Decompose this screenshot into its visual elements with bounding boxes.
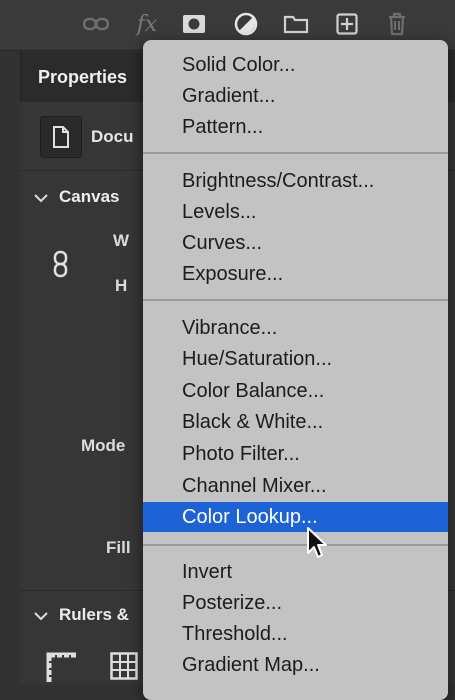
menu-item-exposure[interactable]: Exposure...: [143, 259, 448, 289]
menu-item-levels[interactable]: Levels...: [143, 197, 448, 227]
menu-item-gradient[interactable]: Gradient...: [143, 81, 448, 111]
menu-item-invert[interactable]: Invert: [143, 557, 448, 587]
rulers-section-label[interactable]: Rulers &: [59, 605, 129, 625]
link-icon[interactable]: [82, 10, 110, 38]
mode-label: Mode: [81, 436, 126, 455]
adjustment-icon[interactable]: [232, 10, 260, 38]
trash-icon[interactable]: [383, 10, 411, 38]
menu-item-solid-color[interactable]: Solid Color...: [143, 50, 448, 80]
menu-separator: [143, 544, 448, 546]
document-label: Docu: [91, 127, 134, 146]
menu-item-photo-filter[interactable]: Photo Filter...: [143, 439, 448, 469]
menu-item-color-lookup[interactable]: Color Lookup...: [143, 502, 448, 532]
menu-item-gradient-map[interactable]: Gradient Map...: [143, 650, 448, 680]
panel-title: Properties: [38, 67, 128, 87]
menu-separator: [143, 299, 448, 301]
rulers-icon[interactable]: [46, 652, 76, 682]
width-label: W: [113, 231, 130, 250]
menu-item-hue-saturation[interactable]: Hue/Saturation...: [143, 344, 448, 374]
mask-icon[interactable]: [180, 10, 208, 38]
menu-item-black-white[interactable]: Black & White...: [143, 407, 448, 437]
menu-item-color-balance[interactable]: Color Balance...: [143, 376, 448, 406]
adjustment-layer-menu: Solid Color... Gradient... Pattern... Br…: [143, 40, 448, 700]
new-layer-icon[interactable]: [333, 10, 361, 38]
height-label: H: [115, 276, 128, 295]
fill-label: Fill: [106, 538, 131, 557]
chevron-down-icon[interactable]: [34, 611, 48, 621]
menu-item-vibrance[interactable]: Vibrance...: [143, 313, 448, 343]
mouse-cursor-icon: [307, 527, 327, 558]
chevron-down-icon[interactable]: [34, 193, 48, 203]
menu-item-brightness-contrast[interactable]: Brightness/Contrast...: [143, 166, 448, 196]
menu-item-channel-mixer[interactable]: Channel Mixer...: [143, 471, 448, 501]
grid-icon[interactable]: [110, 652, 138, 680]
menu-item-pattern[interactable]: Pattern...: [143, 112, 448, 142]
menu-item-threshold[interactable]: Threshold...: [143, 619, 448, 649]
menu-item-curves[interactable]: Curves...: [143, 228, 448, 258]
fx-icon[interactable]: fx: [133, 10, 161, 38]
folder-icon[interactable]: [282, 10, 310, 38]
link-chain-icon[interactable]: [52, 250, 70, 278]
canvas-section-label[interactable]: Canvas: [59, 187, 119, 207]
menu-item-posterize[interactable]: Posterize...: [143, 588, 448, 618]
menu-separator: [143, 152, 448, 154]
document-icon: [40, 116, 82, 158]
